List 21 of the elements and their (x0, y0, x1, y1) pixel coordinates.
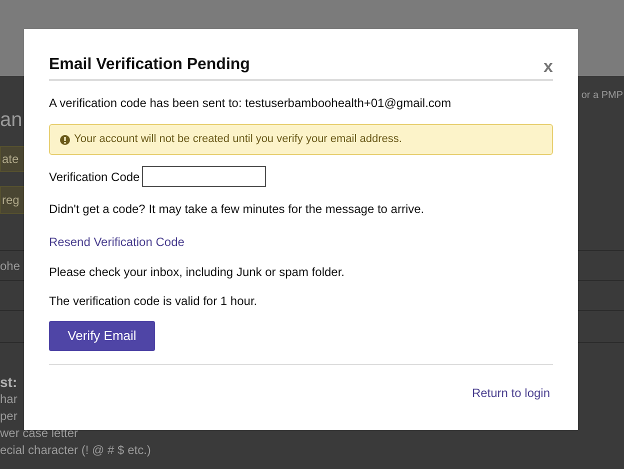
list-item: per (0, 408, 18, 425)
code-input[interactable] (142, 166, 266, 187)
list-title: st: (0, 373, 18, 391)
verify-email-button[interactable]: Verify Email (49, 321, 155, 351)
page-link[interactable]: or a PMP (581, 88, 623, 103)
sent-to-text: A verification code has been sent to: testuserbamboohealth+01@gmail.com (49, 95, 452, 112)
alert-text: Your account will not be created until you verify your email address. (74, 132, 402, 148)
resend-link[interactable]: Resend Verification Code (49, 233, 184, 251)
code-label: Verification Code (49, 168, 140, 186)
field-text: ohe (0, 258, 20, 274)
help-text: Didn't get a code? It may take a few minutes for the message to arrive. (49, 201, 426, 218)
close-button[interactable]: x (544, 57, 553, 77)
dialog-title: Email Verification Pending (49, 55, 250, 75)
inbox-note: Please check your inbox, including Junk or spam folder. (49, 264, 346, 281)
list-item: wer case letter (0, 425, 78, 442)
list-item: har (0, 391, 18, 408)
validity-note: The verification code is valid for 1 hour. (49, 293, 258, 310)
warning-icon (60, 134, 70, 144)
page-heading: an (0, 108, 22, 133)
return-to-login-link[interactable]: Return to login (472, 384, 550, 402)
list-item: ecial character (! @ # $ etc.) (0, 442, 151, 459)
